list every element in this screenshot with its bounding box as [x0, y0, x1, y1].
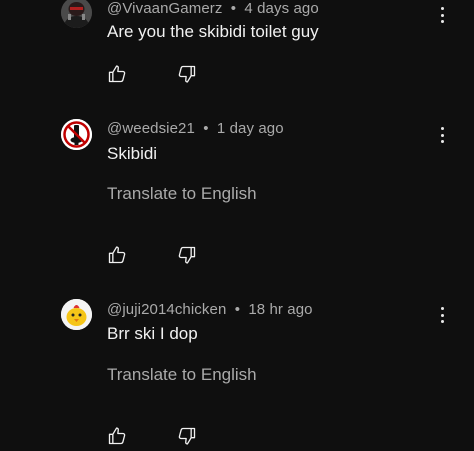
- thumbs-down-icon: [178, 246, 196, 264]
- comment-author[interactable]: @VivaanGamerz: [107, 0, 222, 17]
- more-vert-icon[interactable]: [434, 305, 450, 325]
- comment-text: Brr ski I dop: [107, 324, 198, 343]
- comment-meta: @weedsie21 • 1 day ago: [107, 120, 284, 137]
- thumbs-up-icon: [108, 246, 126, 264]
- dislike-button[interactable]: [177, 426, 197, 446]
- yellow-chick-avatar-icon: [61, 299, 92, 330]
- meta-separator: •: [234, 301, 241, 318]
- comment-author[interactable]: @juji2014chicken: [107, 301, 226, 318]
- translate-link[interactable]: Translate to English: [107, 184, 257, 204]
- translate-link[interactable]: Translate to English: [107, 365, 257, 385]
- like-button[interactable]: [107, 64, 127, 84]
- comment-item: @weedsie21 • 1 day ago Skibidi Translate…: [0, 100, 474, 280]
- meta-separator: •: [230, 0, 237, 17]
- like-button[interactable]: [107, 426, 127, 446]
- comment-text: Are you the skibidi toilet guy: [107, 22, 319, 41]
- more-vert-icon[interactable]: [434, 5, 450, 25]
- comment-meta: @VivaanGamerz • 4 days ago: [107, 0, 319, 17]
- comment-meta: @juji2014chicken • 18 hr ago: [107, 301, 313, 318]
- user-avatar[interactable]: [61, 299, 92, 330]
- comment-time[interactable]: 1 day ago: [217, 120, 284, 137]
- comment-time[interactable]: 18 hr ago: [248, 301, 312, 318]
- user-avatar[interactable]: [61, 119, 92, 150]
- comment-text: Skibidi: [107, 144, 158, 163]
- thumbs-up-icon: [108, 427, 126, 445]
- thumbs-down-icon: [178, 427, 196, 445]
- thumbs-down-icon: [178, 65, 196, 83]
- thumbs-up-icon: [108, 65, 126, 83]
- dislike-button[interactable]: [177, 64, 197, 84]
- no-toilet-sign-avatar-icon: [61, 119, 92, 150]
- comment-item: @juji2014chicken • 18 hr ago Brr ski I d…: [0, 280, 474, 451]
- user-avatar[interactable]: [61, 0, 92, 28]
- comment-item: @VivaanGamerz • 4 days ago Are you the s…: [0, 0, 474, 100]
- like-button[interactable]: [107, 245, 127, 265]
- meta-separator: •: [203, 120, 209, 137]
- comment-author[interactable]: @weedsie21: [107, 120, 195, 137]
- dark-character-avatar-icon: [61, 0, 92, 28]
- more-vert-icon[interactable]: [434, 125, 450, 145]
- comment-time[interactable]: 4 days ago: [244, 0, 318, 17]
- dislike-button[interactable]: [177, 245, 197, 265]
